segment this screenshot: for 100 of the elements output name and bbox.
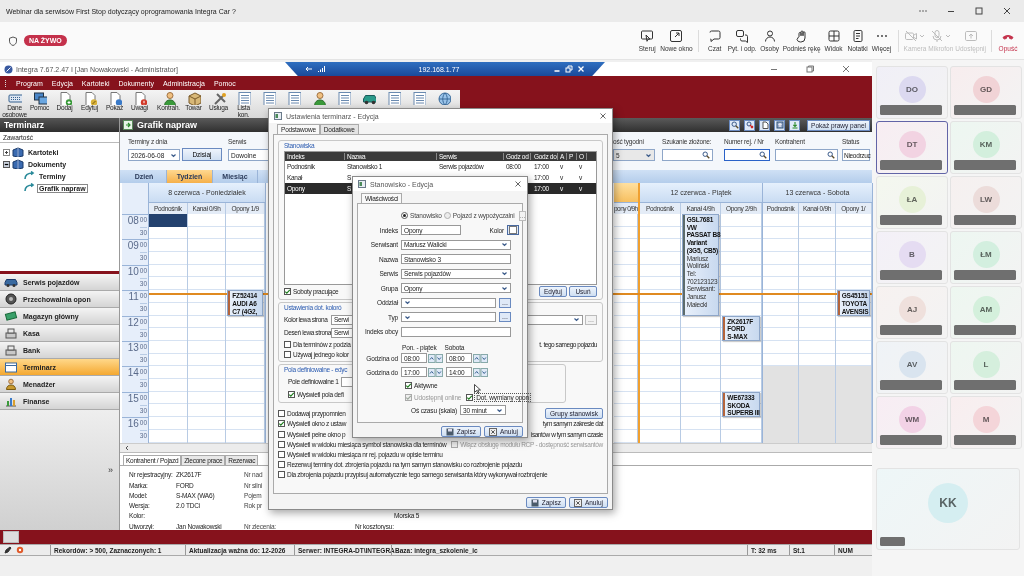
checkbox[interactable] [278, 471, 285, 479]
person-icon [762, 29, 777, 43]
car-icon [4, 276, 18, 288]
participant-tile[interactable]: KK [876, 468, 1020, 550]
participant-tile[interactable]: WM [876, 396, 948, 449]
checkbox[interactable] [278, 440, 285, 448]
avatar: B [898, 241, 926, 268]
dropdown-field[interactable] [401, 297, 496, 308]
floppy-icon [530, 498, 539, 507]
text-field[interactable] [401, 326, 511, 337]
hour-label: 15 [127, 392, 139, 406]
search-button[interactable] [729, 119, 741, 131]
color-picker-button[interactable] [507, 225, 519, 236]
list-icon [261, 91, 276, 105]
participant-tile[interactable]: B [876, 231, 948, 284]
checkbox[interactable] [278, 430, 285, 438]
participant-tile[interactable]: DO [876, 66, 948, 119]
record-icon [16, 546, 24, 554]
search-field[interactable] [724, 149, 770, 161]
window-icon [358, 180, 366, 188]
dropdown-field[interactable] [401, 312, 496, 323]
curved-arrow-icon [23, 171, 35, 181]
checkbox[interactable] [288, 390, 295, 398]
pin-icon [305, 65, 313, 73]
name-redaction-bar [954, 215, 1016, 225]
name-redaction-bar [880, 325, 942, 335]
cancel-icon [573, 498, 582, 507]
checkbox[interactable] [278, 420, 285, 428]
list-icon [386, 91, 401, 105]
spinner-arrows-icon [473, 353, 488, 363]
import-button[interactable] [789, 119, 801, 131]
participant-tile[interactable]: AM [950, 286, 1022, 339]
name-redaction-bar [954, 435, 1016, 445]
search-field[interactable] [662, 149, 713, 161]
grip-icon [4, 78, 7, 88]
cash-register-icon [4, 327, 18, 339]
search-field[interactable] [775, 149, 838, 161]
avatar: KK [928, 483, 968, 523]
participant-tile[interactable]: LW [950, 176, 1022, 229]
print-button[interactable] [759, 119, 771, 131]
name-redaction-bar [954, 105, 1016, 115]
search-cross-icon [745, 121, 754, 129]
caret-down-icon [919, 33, 926, 39]
expand-button[interactable]: » [108, 465, 113, 475]
schedule-column[interactable] [149, 214, 188, 443]
mouse-pointer-icon [474, 384, 481, 394]
participant-tile[interactable]: GD [950, 66, 1022, 119]
document-pencil-icon [82, 91, 97, 105]
checkbox[interactable] [284, 287, 291, 295]
close-icon [514, 180, 522, 188]
checkbox[interactable] [278, 410, 285, 418]
book-icon [12, 159, 24, 169]
avatar: DO [898, 76, 926, 103]
name-redaction-bar [880, 435, 942, 445]
participant-tile[interactable]: AJ [876, 286, 948, 339]
curved-arrow-icon [23, 183, 35, 193]
checkbox[interactable] [278, 461, 285, 469]
radio-button[interactable] [443, 212, 451, 219]
radio-button[interactable] [401, 212, 408, 219]
participant-tile[interactable]: L [950, 341, 1022, 394]
avatar: AM [972, 296, 1000, 323]
export-button[interactable] [774, 119, 786, 131]
checkbox[interactable] [405, 381, 412, 389]
checkbox[interactable] [466, 393, 474, 401]
hour-label: 13 [127, 341, 139, 355]
clear-search-button[interactable] [744, 119, 756, 131]
chevron-down-icon [170, 151, 177, 159]
hour-label: 09 [127, 240, 139, 254]
share-icon [963, 29, 978, 43]
participant-tile[interactable]: ŁA [876, 176, 948, 229]
avatar: LW [972, 186, 1000, 213]
search-icon [827, 151, 835, 159]
participant-tile[interactable]: AV [876, 341, 948, 394]
participant-tile[interactable]: KM [950, 121, 1022, 174]
person-icon [311, 91, 326, 105]
participant-tile[interactable]: M [950, 396, 1022, 449]
restore-icon [565, 65, 573, 73]
participant-tile[interactable]: DT [876, 121, 948, 174]
name-redaction-bar [954, 325, 1016, 335]
signal-icon [317, 65, 325, 73]
avatar: M [972, 406, 1000, 433]
checkbox[interactable] [284, 350, 291, 358]
avatar: L [972, 351, 1000, 378]
avatar: AJ [898, 296, 926, 323]
monitor-icon [32, 91, 47, 105]
participant-tile[interactable]: ŁM [950, 231, 1022, 284]
avatar: WM [898, 406, 926, 433]
checkbox[interactable] [278, 451, 285, 459]
document-alert-icon [132, 91, 147, 105]
close-icon [577, 65, 585, 73]
pallet-icon [4, 310, 18, 322]
name-redaction-bar [954, 380, 1016, 390]
chart-icon [4, 395, 18, 407]
search-icon [730, 121, 739, 129]
chevron-down-icon [573, 316, 580, 323]
shield-icon [8, 35, 18, 46]
avatar: KM [972, 131, 1000, 158]
chevron-down-icon [501, 241, 508, 249]
checkbox[interactable] [284, 340, 291, 348]
cash-register-icon [4, 344, 18, 356]
